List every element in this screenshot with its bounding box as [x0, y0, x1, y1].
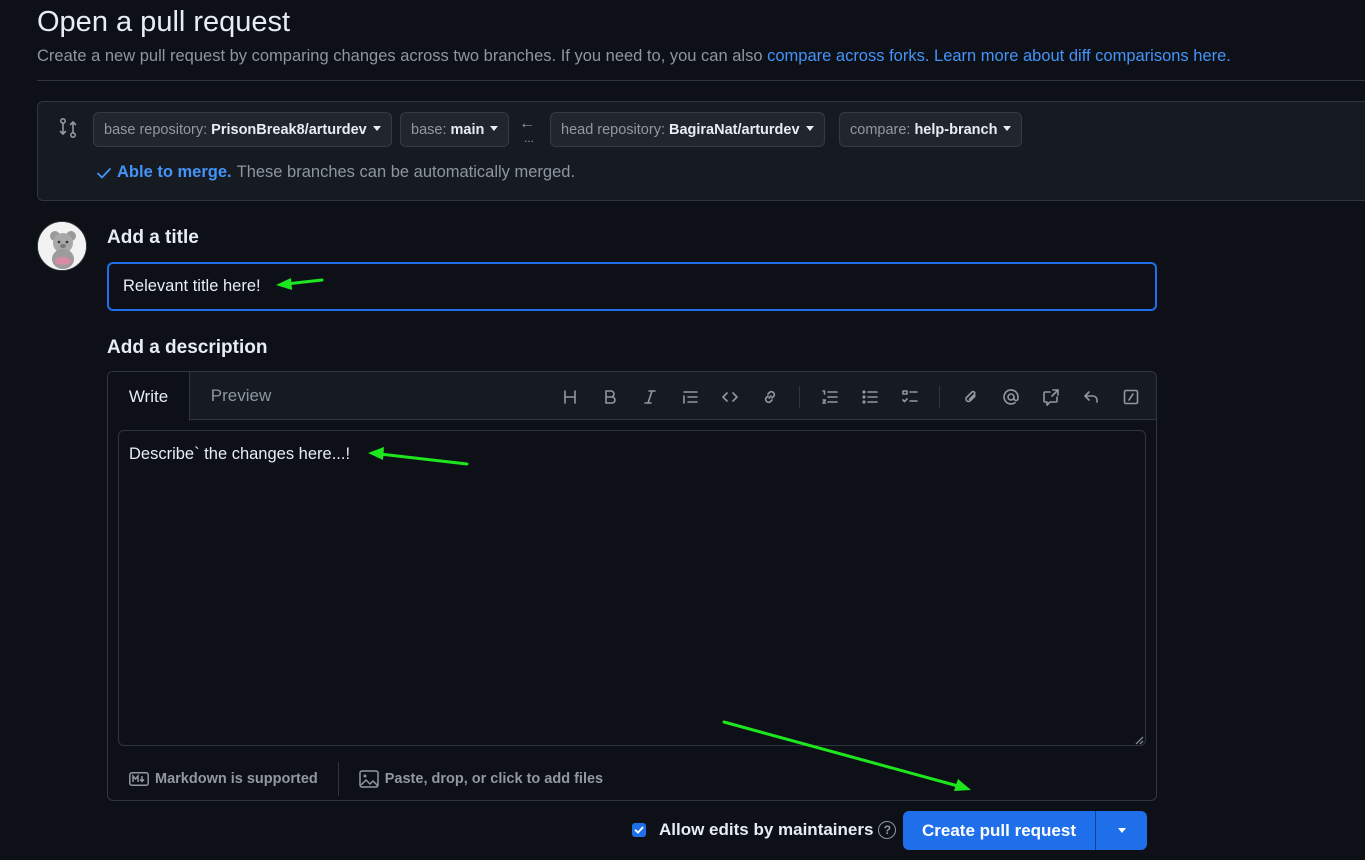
ordered-list-icon: [822, 390, 838, 404]
image-icon: [359, 770, 379, 788]
editor-toolbar: Write Preview: [108, 372, 1156, 421]
tab-preview[interactable]: Preview: [190, 372, 292, 420]
editor-footer: Markdown is supported Paste, drop, or cl…: [108, 756, 1156, 800]
quote-button[interactable]: [677, 384, 703, 410]
merge-status: Able to merge. These branches can be aut…: [95, 163, 575, 182]
check-icon: [634, 826, 644, 834]
head-repository-select[interactable]: head repository: BagiraNat/arturdev: [550, 112, 825, 147]
description-label: Add a description: [107, 337, 268, 358]
ordered-list-button[interactable]: [817, 384, 843, 410]
head-repository-label: head repository:: [561, 121, 665, 138]
check-icon: [97, 167, 111, 178]
reply-icon: [1084, 391, 1098, 403]
heading-icon: [564, 390, 576, 404]
at-icon: [1003, 389, 1019, 405]
chevron-down-icon: [805, 126, 814, 131]
learn-more-link[interactable]: Learn more about diff comparisons here.: [934, 47, 1231, 65]
create-options-dropdown[interactable]: [1096, 811, 1147, 850]
paperclip-icon: [965, 390, 976, 403]
toolbar-divider: [939, 386, 940, 408]
quote-icon: [683, 391, 698, 404]
cross-reference-button[interactable]: [1038, 384, 1064, 410]
subtitle-text: Create a new pull request by comparing c…: [37, 47, 763, 65]
resize-handle-icon[interactable]: [1134, 732, 1144, 745]
base-branch-value: main: [450, 121, 485, 138]
code-icon: [722, 392, 738, 402]
description-editor: Write Preview Describe` the changes here…: [107, 371, 1157, 801]
allow-edits-checkbox[interactable]: [632, 823, 646, 837]
attach-button[interactable]: [958, 384, 984, 410]
link-button[interactable]: [757, 384, 783, 410]
allow-edits-option: Allow edits by maintainers ?: [632, 820, 897, 840]
create-pull-request-button[interactable]: Create pull request: [903, 811, 1096, 850]
chevron-down-icon: [490, 126, 499, 131]
markdown-note: Markdown is supported: [155, 771, 318, 787]
compare-branch-select[interactable]: compare: help-branch: [839, 112, 1023, 147]
task-list-icon: [902, 390, 918, 403]
attach-note: Paste, drop, or click to add files: [384, 771, 604, 787]
toolbar-divider: [799, 386, 800, 408]
compare-branch-value: help-branch: [914, 121, 998, 138]
attach-files-button[interactable]: Paste, drop, or click to add files: [359, 770, 603, 788]
create-pull-request-split-button: Create pull request: [903, 811, 1147, 850]
page-title: Open a pull request: [37, 6, 291, 38]
link-icon: [764, 390, 776, 404]
task-list-button[interactable]: [897, 384, 923, 410]
tab-write[interactable]: Write: [108, 372, 190, 421]
unordered-list-icon: [862, 390, 878, 404]
chevron-down-icon: [1003, 126, 1012, 131]
chevron-down-icon: [1117, 828, 1126, 833]
merge-status-text: These branches can be automatically merg…: [236, 163, 576, 181]
base-branch-label: base:: [411, 121, 447, 138]
merge-ok-label: Able to merge.: [117, 163, 232, 181]
bold-icon: [605, 390, 616, 404]
allow-edits-label: Allow edits by maintainers: [659, 820, 874, 839]
heading-button[interactable]: [557, 384, 583, 410]
range-dots: ...: [524, 131, 535, 145]
italic-icon: [644, 390, 656, 404]
page-subtitle: Create a new pull request by comparing c…: [37, 47, 1231, 66]
markdown-icon: [129, 772, 149, 786]
footer-divider: [337, 762, 339, 796]
slash-command-icon: [1123, 389, 1139, 405]
mention-button[interactable]: [998, 384, 1024, 410]
head-repository-value: BagiraNat/arturdev: [668, 121, 800, 138]
compare-branch-label: compare:: [850, 121, 911, 138]
italic-button[interactable]: [637, 384, 663, 410]
base-repository-value: PrisonBreak8/arturdev: [211, 121, 367, 138]
header-divider: [37, 80, 1365, 81]
code-button[interactable]: [717, 384, 743, 410]
base-repository-select[interactable]: base repository: PrisonBreak8/arturdev: [93, 112, 392, 147]
base-branch-select[interactable]: base: main: [400, 112, 510, 147]
compare-forks-link[interactable]: compare across forks.: [767, 47, 929, 65]
description-textarea[interactable]: Describe` the changes here...!: [118, 430, 1146, 746]
git-compare-icon: [58, 117, 78, 144]
teddy-bear-avatar-icon: [38, 222, 86, 270]
help-icon[interactable]: ?: [878, 821, 897, 839]
bold-button[interactable]: [597, 384, 623, 410]
cross-reference-icon: [1043, 389, 1059, 406]
saved-replies-button[interactable]: [1078, 384, 1104, 410]
title-label: Add a title: [107, 227, 199, 248]
avatar[interactable]: [37, 221, 87, 271]
chevron-down-icon: [372, 126, 381, 131]
title-input[interactable]: [107, 262, 1157, 311]
markdown-support-link[interactable]: Markdown is supported: [129, 771, 318, 787]
slash-commands-button[interactable]: [1118, 384, 1144, 410]
unordered-list-button[interactable]: [857, 384, 883, 410]
base-repository-label: base repository:: [104, 121, 208, 138]
